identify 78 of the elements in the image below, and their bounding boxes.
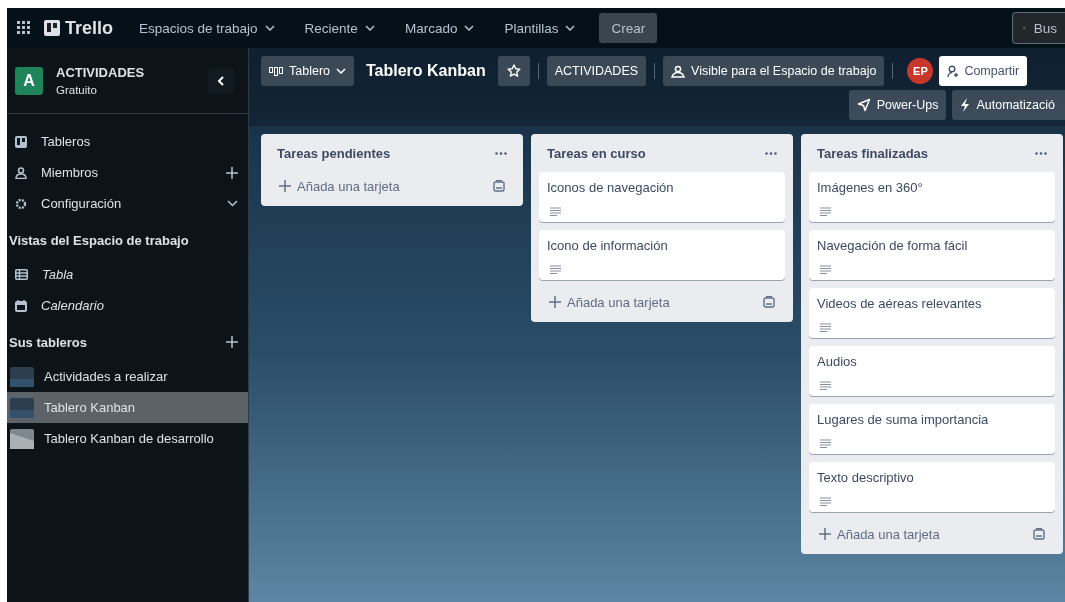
chevron-down-icon bbox=[565, 25, 576, 31]
template-icon[interactable] bbox=[1033, 528, 1045, 540]
power-ups-button[interactable]: Power-Ups bbox=[848, 90, 947, 120]
lightning-icon bbox=[960, 98, 971, 112]
workspace-name: ACTIVIDADES bbox=[56, 65, 146, 80]
more-icon[interactable] bbox=[495, 151, 507, 155]
nav-menu[interactable]: Marcado bbox=[396, 20, 483, 36]
chevron-left-icon bbox=[217, 75, 225, 86]
template-icon[interactable] bbox=[763, 296, 775, 308]
collapse-button[interactable] bbox=[208, 67, 234, 94]
task-card[interactable]: Videos de aéreas relevantes bbox=[809, 288, 1055, 338]
board-thumbnail-icon bbox=[10, 428, 34, 449]
search-field[interactable]: Bus bbox=[1012, 12, 1065, 44]
member-avatar[interactable]: EP bbox=[907, 58, 934, 84]
workspace-avatar: A bbox=[15, 66, 43, 95]
board-item[interactable]: Tablero Kanban de desarrollo bbox=[7, 423, 248, 454]
table-icon bbox=[15, 269, 28, 280]
columns-icon bbox=[269, 66, 283, 76]
task-card[interactable]: Imágenes en 360° bbox=[809, 172, 1055, 222]
plus-icon bbox=[549, 296, 561, 308]
task-card[interactable]: Icono de información bbox=[539, 230, 785, 280]
list-title[interactable]: Tareas en curso bbox=[547, 145, 646, 161]
section-heading: Vistas del Espacio de trabajo bbox=[9, 232, 189, 248]
person-icon bbox=[15, 166, 27, 179]
add-card-button[interactable]: Añada una tarjeta bbox=[279, 178, 400, 194]
board-item[interactable]: Tablero Kanban bbox=[7, 392, 248, 423]
nav-menu[interactable]: Espacios de trabajo bbox=[131, 20, 283, 36]
people-icon bbox=[671, 64, 686, 78]
star-icon bbox=[506, 64, 521, 78]
task-card[interactable]: Navegación de forma fácil bbox=[809, 230, 1055, 280]
app-logo[interactable]: Trello bbox=[65, 17, 113, 39]
send-icon bbox=[856, 98, 871, 112]
task-card[interactable]: Iconos de navegación bbox=[539, 172, 785, 222]
workspace-button[interactable]: ACTIVIDADES bbox=[546, 56, 647, 86]
create-button[interactable]: Crear bbox=[599, 13, 658, 43]
add-card-button[interactable]: Añada una tarjeta bbox=[819, 526, 940, 542]
chevron-down-icon bbox=[464, 25, 475, 31]
board-item[interactable]: Actividades a realizar bbox=[7, 361, 248, 392]
workspace-plan: Gratuito bbox=[56, 84, 98, 96]
sidebar-view-item[interactable]: Calendario bbox=[41, 298, 238, 313]
add-person-icon bbox=[947, 64, 961, 78]
board-logo-icon bbox=[44, 20, 60, 36]
task-card[interactable]: Lugares de suma importancia bbox=[809, 404, 1055, 454]
chevron-down-icon bbox=[364, 25, 375, 31]
sidebar-item[interactable]: Configuración bbox=[41, 196, 227, 211]
chevron-down-icon bbox=[264, 25, 275, 31]
task-card[interactable]: Texto descriptivo bbox=[809, 462, 1055, 512]
nav-menu[interactable]: Reciente bbox=[296, 20, 383, 36]
more-icon[interactable] bbox=[765, 151, 777, 155]
add-icon[interactable] bbox=[226, 336, 238, 348]
calendar-icon bbox=[15, 299, 27, 312]
plus-icon bbox=[279, 180, 291, 192]
share-button[interactable]: Compartir bbox=[939, 56, 1028, 86]
list-title[interactable]: Tareas pendientes bbox=[277, 145, 391, 161]
sidebar-item[interactable]: Miembros bbox=[41, 165, 226, 180]
section-heading: Sus tableros bbox=[9, 334, 88, 350]
template-icon[interactable] bbox=[493, 180, 505, 192]
apps-menu-icon[interactable] bbox=[17, 21, 31, 35]
add-icon[interactable] bbox=[226, 166, 238, 179]
plus-icon bbox=[819, 528, 831, 540]
list-title[interactable]: Tareas finalizadas bbox=[817, 145, 929, 161]
sidebar-item[interactable]: Tableros bbox=[41, 134, 238, 149]
board-title[interactable]: Tablero Kanban bbox=[366, 62, 486, 80]
chevron-down-icon bbox=[336, 68, 346, 74]
settings-icon bbox=[15, 197, 27, 210]
board-thumbnail-icon bbox=[10, 366, 34, 387]
board-icon bbox=[15, 135, 27, 148]
chevron-down-icon[interactable] bbox=[227, 200, 238, 207]
board-thumbnail-icon bbox=[10, 397, 34, 418]
sidebar-view-item[interactable]: Tabla bbox=[42, 267, 238, 282]
add-card-button[interactable]: Añada una tarjeta bbox=[549, 294, 670, 310]
nav-menu[interactable]: Plantillas bbox=[496, 20, 584, 36]
more-icon[interactable] bbox=[1035, 151, 1047, 155]
view-switcher[interactable]: Tablero bbox=[261, 56, 354, 86]
visibility-button[interactable]: Visible para el Espacio de trabajo bbox=[663, 56, 885, 86]
star-button[interactable] bbox=[497, 56, 530, 86]
automation-button[interactable]: Automatizació bbox=[952, 90, 1065, 120]
task-card[interactable]: Audios bbox=[809, 346, 1055, 396]
